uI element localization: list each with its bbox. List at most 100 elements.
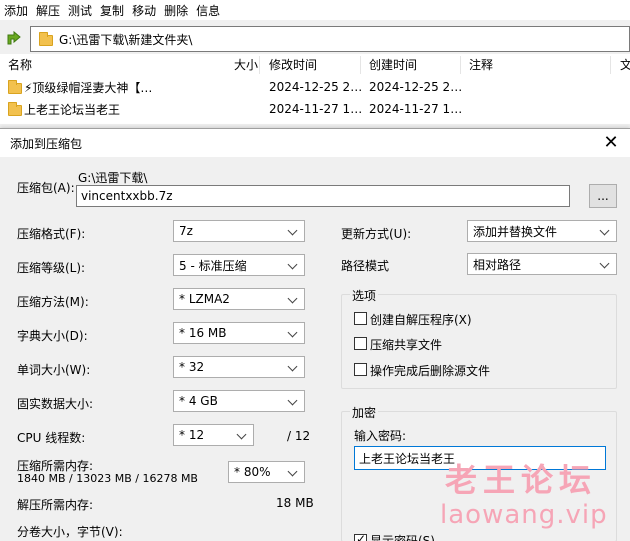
decomp-label: 解压所需内存: — [17, 498, 94, 512]
sfx-label: 创建自解压程序(X) — [370, 313, 472, 327]
options-title: 选项 — [350, 287, 379, 304]
dict-label: 字典大小(D): — [17, 329, 88, 343]
dict-value: * 16 MB — [179, 326, 227, 340]
chevron-down-icon — [286, 394, 300, 408]
chevron-down-icon — [598, 257, 612, 271]
column-size-label: 大小 — [233, 58, 258, 72]
column-modified-label: 修改时间 — [269, 58, 318, 72]
path-bar: G:\迅雷下载\新建文件夹\ — [0, 24, 630, 54]
solid-value: * 4 GB — [179, 394, 218, 408]
method-select[interactable]: * LZMA2 — [173, 288, 305, 310]
chevron-down-icon — [286, 224, 300, 238]
format-value: 7z — [179, 224, 193, 238]
solid-label: 固实数据大小: — [17, 397, 94, 411]
format-select[interactable]: 7z — [173, 220, 305, 242]
chevron-down-icon — [286, 258, 300, 272]
column-header-created[interactable]: 创建时间 — [361, 56, 461, 74]
chevron-down-icon — [598, 224, 612, 238]
column-name-label: 名称 — [8, 58, 33, 72]
menu-move[interactable]: 移动 — [132, 2, 156, 19]
level-value: 5 - 标准压缩 — [179, 258, 247, 273]
file-created: 2024-12-25 2… — [369, 80, 461, 94]
watermark-url: laowang.vip — [440, 500, 608, 530]
threads-label: CPU 线程数: — [17, 431, 86, 445]
method-label: 压缩方法(M): — [17, 295, 89, 309]
word-value: * 32 — [179, 360, 205, 374]
chevron-down-icon — [286, 360, 300, 374]
menu-copy[interactable]: 复制 — [100, 2, 124, 19]
pathmode-value: 相对路径 — [473, 257, 522, 272]
mem-value: 1840 MB / 13023 MB / 16278 MB — [17, 472, 198, 485]
sfx-checkbox[interactable] — [354, 312, 367, 325]
dialog-title-bar: 添加到压缩包 — [0, 129, 630, 157]
chevron-down-icon — [286, 465, 300, 479]
file-row[interactable]: 上老王论坛当老王 2024-11-27 1… 2024-11-27 1… — [0, 98, 630, 120]
column-header-modified[interactable]: 修改时间 — [261, 56, 361, 74]
archive-label: 压缩包(A): — [17, 181, 75, 195]
solid-select[interactable]: * 4 GB — [173, 390, 305, 412]
pathmode-label: 路径模式 — [341, 259, 390, 273]
close-icon[interactable]: ✕ — [600, 132, 622, 154]
folder-icon — [39, 32, 53, 46]
decomp-value: 18 MB — [276, 496, 314, 510]
level-label: 压缩等级(L): — [17, 261, 86, 275]
level-select[interactable]: 5 - 标准压缩 — [173, 254, 305, 276]
watermark-text: 老王论坛 — [445, 461, 598, 499]
file-row[interactable]: ⚡顶级绿帽淫妻大神【… 2024-12-25 2… 2024-12-25 2… — [0, 76, 630, 98]
column-header-comment[interactable]: 注释 — [461, 56, 611, 74]
chevron-down-icon — [286, 326, 300, 340]
update-select[interactable]: 添加并替换文件 — [467, 220, 617, 242]
file-modified: 2024-11-27 1… — [269, 102, 361, 116]
mem-percent-value: * 80% — [234, 465, 271, 479]
show-password-checkbox[interactable] — [354, 532, 367, 541]
method-value: * LZMA2 — [179, 292, 230, 306]
menu-extract[interactable]: 解压 — [36, 2, 60, 19]
file-name: ⚡顶级绿帽淫妻大神【… — [24, 80, 153, 95]
encryption-title: 加密 — [350, 404, 379, 421]
mem-percent-select[interactable]: * 80% — [228, 461, 305, 483]
menu-delete[interactable]: 删除 — [164, 2, 188, 19]
delete-after-checkbox[interactable] — [354, 363, 367, 376]
column-header-name[interactable]: 名称 — [0, 56, 260, 74]
pathmode-select[interactable]: 相对路径 — [467, 253, 617, 275]
file-modified: 2024-12-25 2… — [269, 80, 361, 94]
shared-label: 压缩共享文件 — [370, 338, 443, 352]
threads-total: / 12 — [287, 429, 311, 443]
column-extra-label: 文 — [620, 58, 630, 72]
shared-checkbox[interactable] — [354, 337, 367, 350]
file-name: 上老王论坛当老王 — [24, 102, 121, 117]
path-input[interactable]: G:\迅雷下载\新建文件夹\ — [30, 26, 630, 52]
dict-select[interactable]: * 16 MB — [173, 322, 305, 344]
browse-button[interactable]: ... — [589, 184, 617, 208]
show-password-label: 显示密码(S) — [370, 534, 435, 541]
up-folder-icon[interactable] — [5, 28, 25, 48]
password-label: 输入密码: — [354, 429, 407, 443]
folder-icon — [8, 80, 22, 94]
menu-info[interactable]: 信息 — [196, 2, 220, 19]
archive-name-value: vincentxxbb.7z — [81, 189, 173, 203]
menu-add[interactable]: 添加 — [4, 2, 28, 19]
delete-after-label: 操作完成后删除源文件 — [370, 364, 491, 378]
column-header-size[interactable]: 大小 — [228, 56, 262, 74]
archive-name-combo[interactable]: vincentxxbb.7z — [76, 185, 570, 207]
update-value: 添加并替换文件 — [473, 224, 558, 239]
volume-label: 分卷大小，字节(V): — [17, 525, 123, 539]
chevron-down-icon — [235, 428, 249, 442]
format-label: 压缩格式(F): — [17, 227, 86, 241]
column-comment-label: 注释 — [469, 58, 494, 72]
dialog-title: 添加到压缩包 — [10, 136, 83, 151]
update-label: 更新方式(U): — [341, 227, 412, 241]
menu-bar: 添加 解压 测试 复制 移动 删除 信息 — [0, 0, 630, 20]
menu-test[interactable]: 测试 — [68, 2, 92, 19]
column-header-extra[interactable]: 文 — [618, 56, 630, 74]
threads-value: * 12 — [179, 428, 205, 442]
threads-select[interactable]: * 12 — [173, 424, 254, 446]
word-select[interactable]: * 32 — [173, 356, 305, 378]
folder-icon — [8, 102, 22, 116]
path-text: G:\迅雷下载\新建文件夹\ — [59, 32, 193, 47]
column-created-label: 创建时间 — [369, 58, 418, 72]
word-label: 单词大小(W): — [17, 363, 91, 377]
file-list: 名称 大小 修改时间 创建时间 注释 文 ⚡顶级绿帽淫妻大神【… 2024-12… — [0, 54, 630, 124]
file-created: 2024-11-27 1… — [369, 102, 461, 116]
password-value: 上老王论坛当老王 — [359, 451, 456, 466]
